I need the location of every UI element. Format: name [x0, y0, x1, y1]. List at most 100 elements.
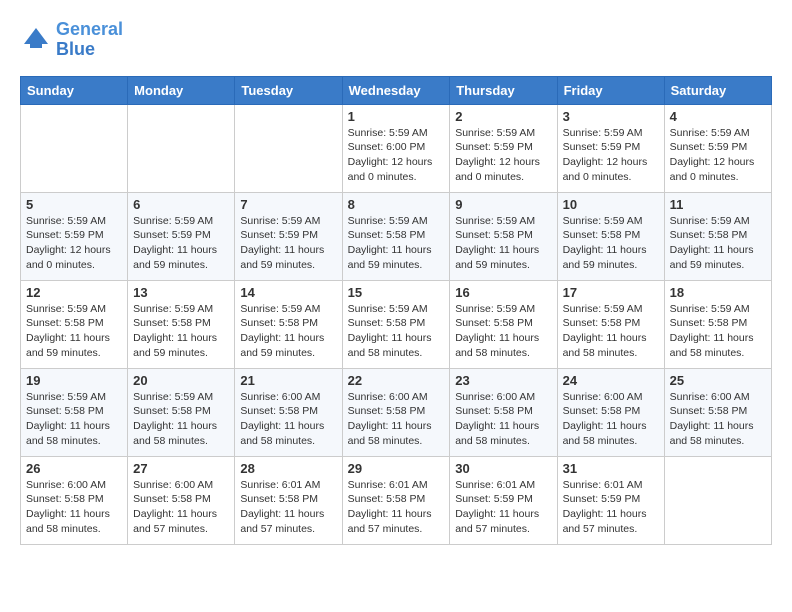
calendar-cell: 5Sunrise: 5:59 AM Sunset: 5:59 PM Daylig…	[21, 192, 128, 280]
day-info: Sunrise: 5:59 AM Sunset: 5:59 PM Dayligh…	[455, 126, 551, 185]
col-header-sunday: Sunday	[21, 76, 128, 104]
day-number: 15	[348, 285, 445, 300]
day-number: 12	[26, 285, 122, 300]
calendar-cell	[128, 104, 235, 192]
day-info: Sunrise: 5:59 AM Sunset: 5:59 PM Dayligh…	[670, 126, 766, 185]
day-info: Sunrise: 5:59 AM Sunset: 5:59 PM Dayligh…	[563, 126, 659, 185]
calendar-cell: 27 Sunrise: 6:00 AM Sunset: 5:58 PM Dayli…	[128, 456, 235, 544]
day-info: Sunrise: 6:00 AM Sunset: 5:58 PM Dayligh…	[348, 390, 445, 449]
day-number: 7	[240, 197, 336, 212]
day-number: 29	[348, 461, 445, 476]
day-info: Sunrise: 5:59 AM Sunset: 5:59 PM Dayligh…	[240, 214, 336, 273]
day-number: 20	[133, 373, 229, 388]
day-info: Sunrise: 5:59 AM Sunset: 5:58 PM Dayligh…	[563, 302, 659, 361]
calendar-cell: 26 Sunrise: 6:00 AM Sunset: 5:58 PM Dayli…	[21, 456, 128, 544]
calendar-cell: 31Sunrise: 6:01 AM Sunset: 5:59 PM Dayli…	[557, 456, 664, 544]
day-info: Sunrise: 5:59 AM Sunset: 5:58 PM Dayligh…	[133, 390, 229, 449]
day-info: Sunrise: 5:59 AM Sunset: 5:58 PM Dayligh…	[133, 302, 229, 361]
col-header-wednesday: Wednesday	[342, 76, 450, 104]
day-info: Sunrise: 5:59 AM Sunset: 6:00 PM Dayligh…	[348, 126, 445, 185]
calendar-week-5: 26 Sunrise: 6:00 AM Sunset: 5:58 PM Dayli…	[21, 456, 772, 544]
day-number: 24	[563, 373, 659, 388]
day-number: 22	[348, 373, 445, 388]
day-number: 2	[455, 109, 551, 124]
day-info: Sunrise: 6:01 AM Sunset: 5:59 PM Dayligh…	[455, 478, 551, 537]
day-info: Sunrise: 6:01 AM Sunset: 5:58 PM Dayligh…	[240, 478, 336, 537]
page-header: General Blue	[20, 20, 772, 60]
calendar-cell: 30 Sunrise: 6:01 AM Sunset: 5:59 PM Dayli…	[450, 456, 557, 544]
day-number: 27	[133, 461, 229, 476]
day-number: 16	[455, 285, 551, 300]
calendar-table: SundayMondayTuesdayWednesdayThursdayFrid…	[20, 76, 772, 545]
day-number: 13	[133, 285, 229, 300]
day-number: 23	[455, 373, 551, 388]
logo-icon	[20, 24, 52, 56]
calendar-cell: 7 Sunrise: 5:59 AM Sunset: 5:59 PM Daylig…	[235, 192, 342, 280]
day-info: Sunrise: 6:00 AM Sunset: 5:58 PM Dayligh…	[240, 390, 336, 449]
col-header-monday: Monday	[128, 76, 235, 104]
calendar-cell: 9 Sunrise: 5:59 AM Sunset: 5:58 PM Daylig…	[450, 192, 557, 280]
day-number: 18	[670, 285, 766, 300]
day-number: 19	[26, 373, 122, 388]
calendar-cell: 17 Sunrise: 5:59 AM Sunset: 5:58 PM Dayli…	[557, 280, 664, 368]
day-number: 11	[670, 197, 766, 212]
calendar-cell: 25Sunrise: 6:00 AM Sunset: 5:58 PM Dayli…	[664, 368, 771, 456]
day-number: 1	[348, 109, 445, 124]
calendar-cell: 24 Sunrise: 6:00 AM Sunset: 5:58 PM Dayli…	[557, 368, 664, 456]
calendar-week-1: 1 Sunrise: 5:59 AM Sunset: 6:00 PM Daylig…	[21, 104, 772, 192]
day-info: Sunrise: 6:00 AM Sunset: 5:58 PM Dayligh…	[670, 390, 766, 449]
calendar-cell: 13 Sunrise: 5:59 AM Sunset: 5:58 PM Dayli…	[128, 280, 235, 368]
day-info: Sunrise: 6:00 AM Sunset: 5:58 PM Dayligh…	[563, 390, 659, 449]
day-number: 8	[348, 197, 445, 212]
calendar-cell: 15Sunrise: 5:59 AM Sunset: 5:58 PM Dayli…	[342, 280, 450, 368]
calendar-cell: 19 Sunrise: 5:59 AM Sunset: 5:58 PM Dayli…	[21, 368, 128, 456]
calendar-cell: 28 Sunrise: 6:01 AM Sunset: 5:58 PM Dayli…	[235, 456, 342, 544]
col-header-friday: Friday	[557, 76, 664, 104]
day-number: 6	[133, 197, 229, 212]
calendar-cell: 10Sunrise: 5:59 AM Sunset: 5:58 PM Dayli…	[557, 192, 664, 280]
day-number: 21	[240, 373, 336, 388]
day-info: Sunrise: 5:59 AM Sunset: 5:58 PM Dayligh…	[455, 214, 551, 273]
day-info: Sunrise: 5:59 AM Sunset: 5:58 PM Dayligh…	[455, 302, 551, 361]
day-info: Sunrise: 5:59 AM Sunset: 5:58 PM Dayligh…	[670, 302, 766, 361]
day-number: 30	[455, 461, 551, 476]
day-info: Sunrise: 6:01 AM Sunset: 5:59 PM Dayligh…	[563, 478, 659, 537]
day-number: 3	[563, 109, 659, 124]
day-info: Sunrise: 5:59 AM Sunset: 5:58 PM Dayligh…	[26, 390, 122, 449]
day-info: Sunrise: 6:00 AM Sunset: 5:58 PM Dayligh…	[133, 478, 229, 537]
calendar-week-3: 12 Sunrise: 5:59 AM Sunset: 5:58 PM Dayli…	[21, 280, 772, 368]
day-number: 9	[455, 197, 551, 212]
logo-text: General Blue	[56, 20, 123, 60]
calendar-cell: 22 Sunrise: 6:00 AM Sunset: 5:58 PM Dayli…	[342, 368, 450, 456]
day-info: Sunrise: 5:59 AM Sunset: 5:58 PM Dayligh…	[670, 214, 766, 273]
calendar-cell: 29Sunrise: 6:01 AM Sunset: 5:58 PM Dayli…	[342, 456, 450, 544]
day-info: Sunrise: 6:00 AM Sunset: 5:58 PM Dayligh…	[26, 478, 122, 537]
calendar-cell: 21 Sunrise: 6:00 AM Sunset: 5:58 PM Dayli…	[235, 368, 342, 456]
day-info: Sunrise: 5:59 AM Sunset: 5:59 PM Dayligh…	[133, 214, 229, 273]
col-header-tuesday: Tuesday	[235, 76, 342, 104]
day-info: Sunrise: 6:00 AM Sunset: 5:58 PM Dayligh…	[455, 390, 551, 449]
calendar-cell: 2 Sunrise: 5:59 AM Sunset: 5:59 PM Daylig…	[450, 104, 557, 192]
day-number: 17	[563, 285, 659, 300]
day-number: 26	[26, 461, 122, 476]
calendar-cell: 20 Sunrise: 5:59 AM Sunset: 5:58 PM Dayli…	[128, 368, 235, 456]
calendar-week-4: 19 Sunrise: 5:59 AM Sunset: 5:58 PM Dayli…	[21, 368, 772, 456]
day-number: 14	[240, 285, 336, 300]
day-info: Sunrise: 5:59 AM Sunset: 5:58 PM Dayligh…	[26, 302, 122, 361]
calendar-cell	[21, 104, 128, 192]
logo: General Blue	[20, 20, 123, 60]
day-info: Sunrise: 5:59 AM Sunset: 5:58 PM Dayligh…	[348, 214, 445, 273]
calendar-cell: 18 Sunrise: 5:59 AM Sunset: 5:58 PM Dayli…	[664, 280, 771, 368]
col-header-saturday: Saturday	[664, 76, 771, 104]
calendar-header-row: SundayMondayTuesdayWednesdayThursdayFrid…	[21, 76, 772, 104]
calendar-cell: 4Sunrise: 5:59 AM Sunset: 5:59 PM Daylig…	[664, 104, 771, 192]
day-number: 10	[563, 197, 659, 212]
calendar-cell: 23 Sunrise: 6:00 AM Sunset: 5:58 PM Dayli…	[450, 368, 557, 456]
day-number: 28	[240, 461, 336, 476]
calendar-cell: 6 Sunrise: 5:59 AM Sunset: 5:59 PM Daylig…	[128, 192, 235, 280]
calendar-week-2: 5Sunrise: 5:59 AM Sunset: 5:59 PM Daylig…	[21, 192, 772, 280]
day-info: Sunrise: 5:59 AM Sunset: 5:59 PM Dayligh…	[26, 214, 122, 273]
calendar-cell	[664, 456, 771, 544]
col-header-thursday: Thursday	[450, 76, 557, 104]
calendar-cell: 3 Sunrise: 5:59 AM Sunset: 5:59 PM Daylig…	[557, 104, 664, 192]
